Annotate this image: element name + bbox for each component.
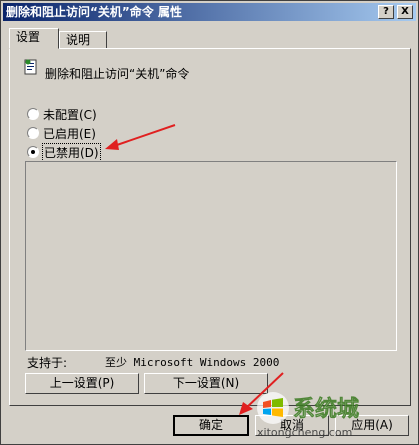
tab-explain[interactable]: 说明 — [59, 31, 107, 49]
title-bar[interactable]: 删除和阻止访问“关机”命令 属性 ? X — [3, 3, 416, 21]
ok-button[interactable]: 确定 — [173, 415, 249, 436]
radio-label: 未配置(C) — [43, 107, 97, 122]
close-button[interactable]: X — [397, 5, 413, 19]
watermark-site: xitongcheng.com — [257, 426, 352, 439]
window-title: 删除和阻止访问“关机”命令 属性 — [6, 5, 182, 19]
radio-label: 已启用(E) — [43, 126, 96, 141]
policy-icon — [24, 59, 37, 75]
supported-on-value: 至少 Microsoft Windows 2000 — [105, 356, 280, 369]
radio-label: 已禁用(D) — [42, 142, 101, 162]
watermark-logo: 系统城 xitongcheng.com — [257, 392, 359, 439]
help-button[interactable]: ? — [378, 5, 394, 19]
policy-title: 删除和阻止访问“关机”命令 — [45, 67, 190, 81]
tab-settings[interactable]: 设置 — [9, 28, 59, 49]
radio-disabled[interactable]: 已禁用(D) — [27, 142, 101, 162]
supported-on-label: 支持于: — [27, 356, 68, 370]
next-setting-button[interactable]: 下一设置(N) — [144, 373, 268, 394]
radio-enabled[interactable]: 已启用(E) — [27, 125, 96, 141]
comment-area — [25, 161, 397, 351]
radio-not-configured[interactable]: 未配置(C) — [27, 106, 97, 122]
previous-setting-button[interactable]: 上一设置(P) — [25, 373, 139, 394]
radio-button[interactable] — [27, 108, 39, 120]
radio-button-checked[interactable] — [27, 146, 39, 158]
watermark-brand: 系统城 — [293, 396, 359, 422]
radio-button[interactable] — [27, 127, 39, 139]
properties-dialog: 删除和阻止访问“关机”命令 属性 ? X 设置 说明 删除和阻止访问“关机”命令… — [0, 0, 419, 445]
